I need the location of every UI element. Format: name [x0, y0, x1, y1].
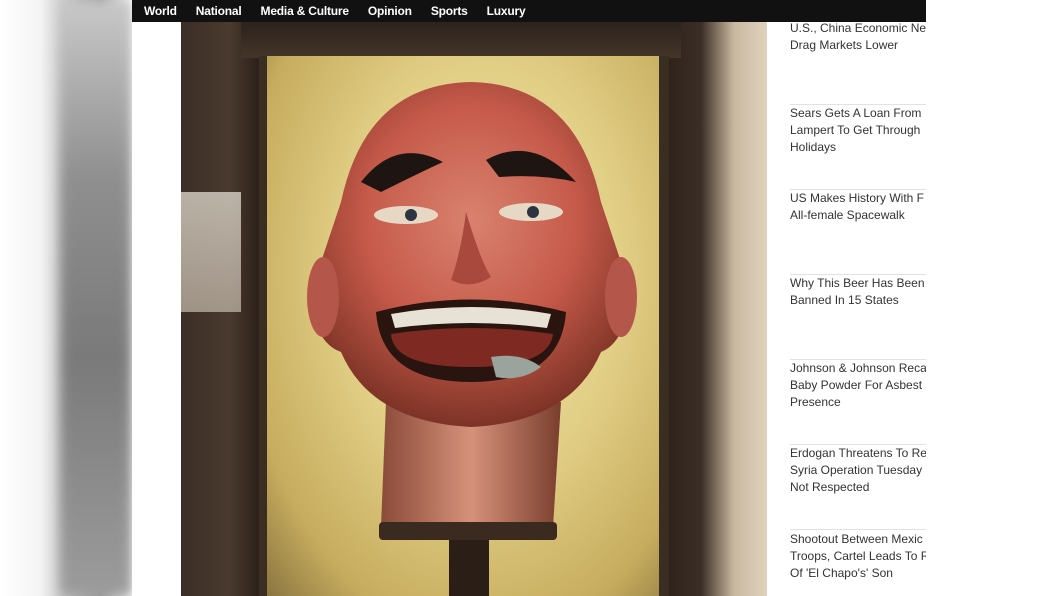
news-title[interactable]: Sears Gets A Loan From Lampert To Get Th… — [790, 105, 926, 156]
nav-item-world[interactable]: World — [144, 4, 177, 18]
article-photo[interactable] — [181, 22, 767, 596]
news-item[interactable]: US Makes History With F All-female Space… — [790, 190, 926, 275]
news-title[interactable]: Why This Beer Has Been Banned In 15 Stat… — [790, 275, 926, 309]
news-title[interactable]: Erdogan Threatens To Re Syria Operation … — [790, 445, 926, 496]
news-title[interactable]: Johnson & Johnson Reca Baby Powder For A… — [790, 360, 926, 411]
news-title[interactable]: Shootout Between Mexic Troops, Cartel Le… — [790, 531, 926, 582]
nav-item-opinion[interactable]: Opinion — [368, 4, 412, 18]
news-title[interactable]: US Makes History With F All-female Space… — [790, 190, 926, 224]
news-item[interactable]: Johnson & Johnson Reca Baby Powder For A… — [790, 360, 926, 445]
article-page: World National Media & Culture Opinion S… — [132, 0, 926, 596]
dummy-head-illustration — [307, 82, 637, 596]
news-item[interactable]: Sears Gets A Loan From Lampert To Get Th… — [790, 105, 926, 190]
news-item[interactable]: Why This Beer Has Been Banned In 15 Stat… — [790, 275, 926, 360]
blurred-backdrop-left — [60, 0, 132, 596]
news-title[interactable]: U.S., China Economic New Drag Markets Lo… — [790, 22, 926, 54]
top-navbar: World National Media & Culture Opinion S… — [132, 0, 926, 22]
nav-item-national[interactable]: National — [196, 4, 242, 18]
news-item[interactable]: Shootout Between Mexic Troops, Cartel Le… — [790, 531, 926, 596]
news-item[interactable]: U.S., China Economic New Drag Markets Lo… — [790, 22, 926, 105]
nav-item-sports[interactable]: Sports — [431, 4, 468, 18]
nav-item-luxury[interactable]: Luxury — [487, 4, 526, 18]
related-news-sidebar: U.S., China Economic New Drag Markets Lo… — [790, 22, 926, 596]
nav-item-media-culture[interactable]: Media & Culture — [261, 4, 350, 18]
news-item[interactable]: Erdogan Threatens To Re Syria Operation … — [790, 445, 926, 530]
backdrop-right — [926, 0, 1060, 596]
